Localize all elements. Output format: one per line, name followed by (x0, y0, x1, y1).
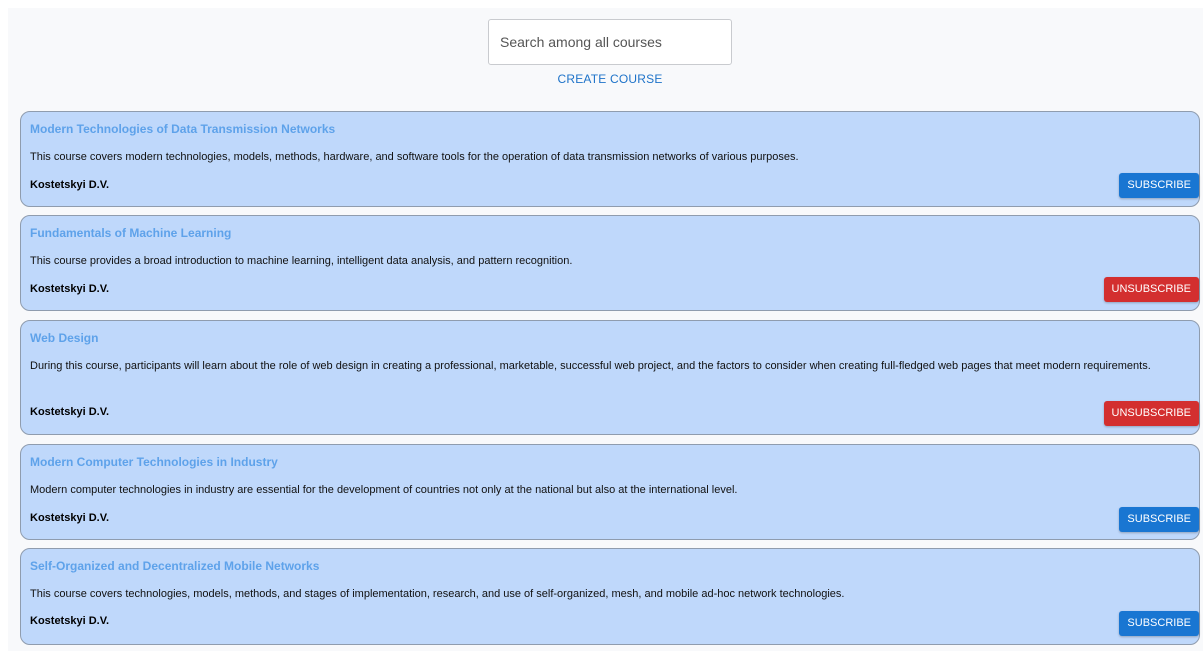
course-title[interactable]: Modern Computer Technologies in Industry (30, 455, 278, 469)
course-description: This course provides a broad introductio… (30, 255, 573, 267)
search-box (488, 19, 732, 65)
course-author: Kostetskyi D.V. (30, 179, 110, 191)
subscribe-button[interactable]: SUBSCRIBE (1119, 507, 1199, 532)
course-title[interactable]: Web Design (30, 331, 98, 345)
course-title[interactable]: Self-Organized and Decentralized Mobile … (30, 559, 319, 573)
course-title[interactable]: Modern Technologies of Data Transmission… (30, 122, 335, 136)
course-card: Modern Technologies of Data Transmission… (20, 111, 1200, 207)
search-input[interactable] (489, 20, 731, 64)
course-description: This course covers modern technologies, … (30, 151, 799, 163)
subscribe-button[interactable]: SUBSCRIBE (1119, 611, 1199, 636)
course-author: Kostetskyi D.V. (30, 512, 110, 524)
course-card: Modern Computer Technologies in Industry… (20, 444, 1200, 540)
course-description: Modern computer technologies in industry… (30, 484, 738, 496)
course-description: During this course, participants will le… (30, 360, 1151, 372)
course-author: Kostetskyi D.V. (30, 283, 110, 295)
course-title[interactable]: Fundamentals of Machine Learning (30, 226, 231, 240)
create-course-button[interactable]: CREATE COURSE (480, 72, 740, 86)
unsubscribe-button[interactable]: UNSUBSCRIBE (1103, 401, 1199, 426)
course-card: Web Design During this course, participa… (20, 320, 1200, 435)
subscribe-button[interactable]: SUBSCRIBE (1119, 173, 1199, 198)
course-card: Self-Organized and Decentralized Mobile … (20, 548, 1200, 645)
course-author: Kostetskyi D.V. (30, 615, 110, 627)
unsubscribe-button[interactable]: UNSUBSCRIBE (1103, 277, 1199, 302)
course-card: Fundamentals of Machine Learning This co… (20, 215, 1200, 311)
course-description: This course covers technologies, models,… (30, 588, 845, 600)
course-author: Kostetskyi D.V. (30, 406, 110, 418)
